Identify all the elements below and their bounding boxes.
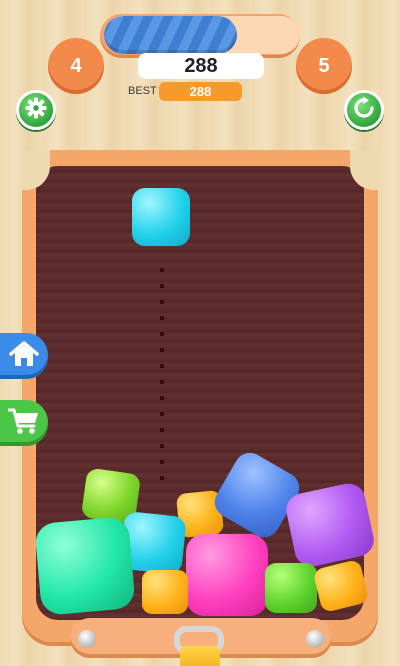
block-mint (34, 516, 136, 616)
level-progress-fill (104, 16, 238, 54)
restart-icon (352, 96, 376, 124)
restart-button[interactable] (344, 90, 384, 130)
drop-guide-line (160, 268, 164, 488)
block-pink (186, 534, 268, 616)
gear-icon (24, 96, 48, 124)
block-orange (142, 570, 188, 614)
shop-button[interactable] (0, 400, 48, 446)
cart-icon (7, 407, 40, 439)
best-score-badge: 288 (159, 82, 242, 101)
score-display: 288 (138, 53, 264, 79)
bolt-icon (306, 630, 324, 648)
padlock-icon (180, 646, 220, 666)
home-button[interactable] (0, 333, 48, 379)
level-progress-track (104, 16, 300, 54)
home-icon (9, 340, 39, 372)
next-level-badge: 5 (296, 38, 352, 94)
settings-button[interactable] (16, 90, 56, 130)
current-level-badge: 4 (48, 38, 104, 94)
next-block[interactable] (132, 188, 190, 246)
block-green (265, 563, 317, 613)
best-label: BEST (128, 85, 157, 97)
bolt-icon (78, 630, 96, 648)
